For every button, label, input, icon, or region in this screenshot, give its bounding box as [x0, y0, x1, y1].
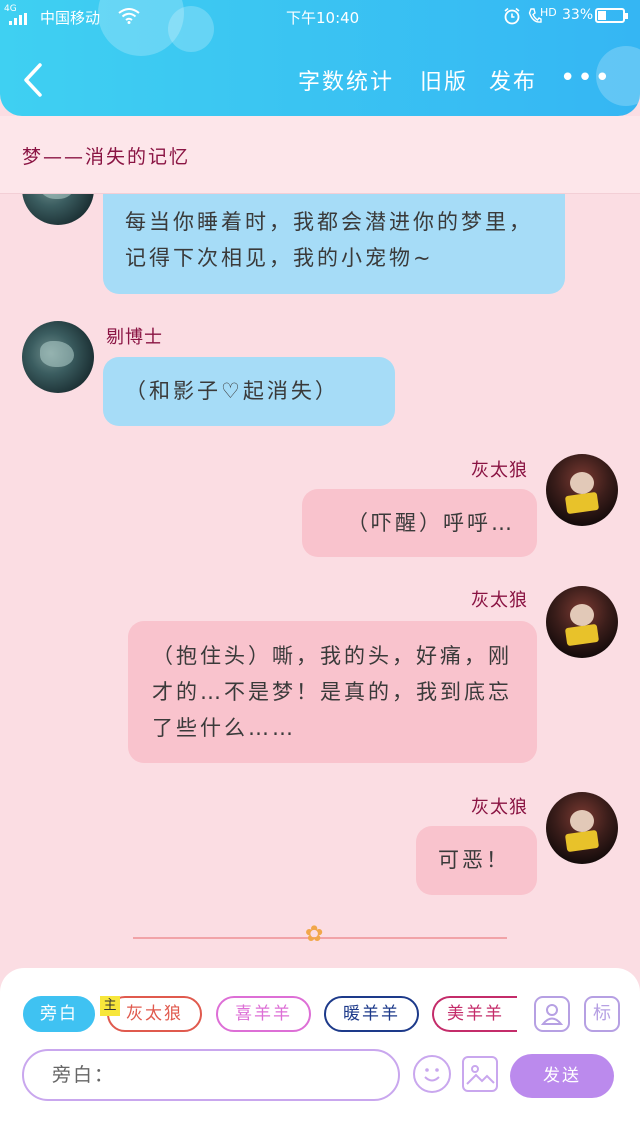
character-chip-narrator[interactable]: 旁白 [23, 996, 95, 1032]
old-version-link[interactable]: 旧版 [420, 64, 468, 96]
publish-link[interactable]: 发布 [489, 64, 537, 96]
character-chip[interactable]: 暖羊羊 [324, 996, 419, 1032]
image-icon [466, 1065, 495, 1085]
status-bar: 4G 中国移动 下午10:40 HD 33% [0, 0, 640, 32]
main-character-badge: 主 [100, 996, 120, 1016]
avatar-dr-doctor[interactable] [22, 321, 94, 393]
person-icon [540, 1004, 564, 1025]
image-button[interactable] [462, 1056, 498, 1092]
avatar-grey-wolf[interactable] [546, 454, 618, 526]
sender-name: 灰太狼 [471, 590, 528, 611]
message-input[interactable] [22, 1049, 400, 1101]
back-button[interactable] [20, 62, 46, 98]
battery-percent: 33% [562, 7, 594, 23]
message-bubble[interactable]: 可恶！ [416, 826, 537, 895]
message-bubble[interactable]: （和影子♡起消失） [103, 357, 395, 426]
more-dots-icon[interactable]: ••• [560, 65, 612, 91]
sender-name: 灰太狼 [471, 460, 528, 481]
hd-indicator: HD [540, 6, 557, 19]
message-bubble[interactable]: 每当你睡着时，我都会潜进你的梦里，记得下次相见，我的小宠物~ [103, 194, 565, 294]
word-count-link[interactable]: 字数统计 [298, 64, 394, 96]
character-chip[interactable]: 喜羊羊 [216, 996, 311, 1032]
star-decor-icon: ✿ [305, 922, 324, 947]
battery-icon [595, 8, 628, 23]
add-character-button[interactable] [534, 996, 570, 1032]
clock: 下午10:40 [286, 9, 360, 27]
avatar-grey-wolf[interactable] [546, 586, 618, 658]
message-bubble[interactable]: （抱住头）嘶，我的头，好痛，刚才的…不是梦！是真的，我到底忘了些什么…… [128, 621, 537, 763]
message-bubble[interactable]: （吓醒）呼呼… [302, 489, 537, 557]
sender-name: 灰太狼 [471, 797, 528, 818]
top-header: 4G 中国移动 下午10:40 HD 33% 字数统计 旧版 发布 ••• [0, 0, 640, 116]
avatar-grey-wolf[interactable] [546, 792, 618, 864]
carrier-name: 中国移动 [40, 9, 101, 27]
story-title-text: 梦——消失的记忆 [22, 146, 191, 168]
alarm-icon [504, 7, 520, 25]
smiley-icon [424, 1068, 440, 1082]
wifi-icon [118, 8, 140, 24]
tag-button[interactable]: 标 [584, 996, 620, 1032]
character-chip[interactable]: 美羊羊 [432, 996, 517, 1032]
character-chip[interactable]: 灰太狼 [107, 996, 202, 1032]
sender-name: 剔博士 [106, 327, 163, 348]
battery-fill [598, 11, 606, 20]
signal-icon [9, 13, 31, 25]
send-button[interactable]: 发送 [510, 1054, 614, 1098]
emoji-button[interactable] [413, 1055, 451, 1093]
